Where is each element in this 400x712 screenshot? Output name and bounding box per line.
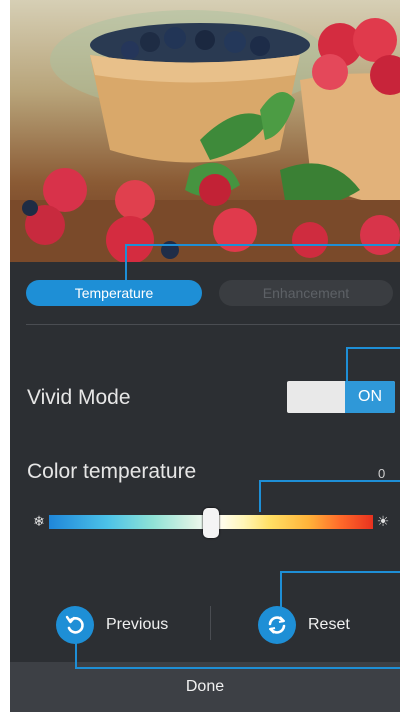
previous-label: Previous xyxy=(106,616,169,633)
toggle-on-indicator: ON xyxy=(345,381,395,413)
refresh-icon xyxy=(258,606,296,644)
button-separator xyxy=(210,606,211,640)
mode-tabs: Temperature Enhancement xyxy=(26,280,396,308)
tab-enhancement[interactable]: Enhancement xyxy=(219,280,393,306)
section-divider xyxy=(26,324,400,325)
sun-icon: ☀ xyxy=(376,513,390,529)
color-temperature-value: 0 xyxy=(378,466,386,481)
previous-button[interactable]: Previous xyxy=(56,606,216,644)
color-temperature-slider[interactable]: ❄ ☀ xyxy=(32,508,392,538)
reset-button[interactable]: Reset xyxy=(258,606,388,644)
color-temperature-label: Color temperature xyxy=(27,460,197,483)
preview-photo xyxy=(10,0,400,262)
undo-icon xyxy=(56,606,94,644)
color-settings-screen: Temperature Enhancement Vivid Mode ON Co… xyxy=(10,0,400,712)
snowflake-icon: ❄ xyxy=(33,513,45,529)
done-button[interactable]: Done xyxy=(10,662,400,712)
action-row: Previous Reset xyxy=(26,598,400,650)
slider-thumb[interactable] xyxy=(203,508,219,538)
vivid-mode-label: Vivid Mode xyxy=(27,386,131,409)
tab-temperature[interactable]: Temperature xyxy=(26,280,202,306)
done-label: Done xyxy=(185,678,225,695)
vivid-mode-toggle[interactable]: ON xyxy=(287,381,395,413)
reset-label: Reset xyxy=(308,616,350,633)
